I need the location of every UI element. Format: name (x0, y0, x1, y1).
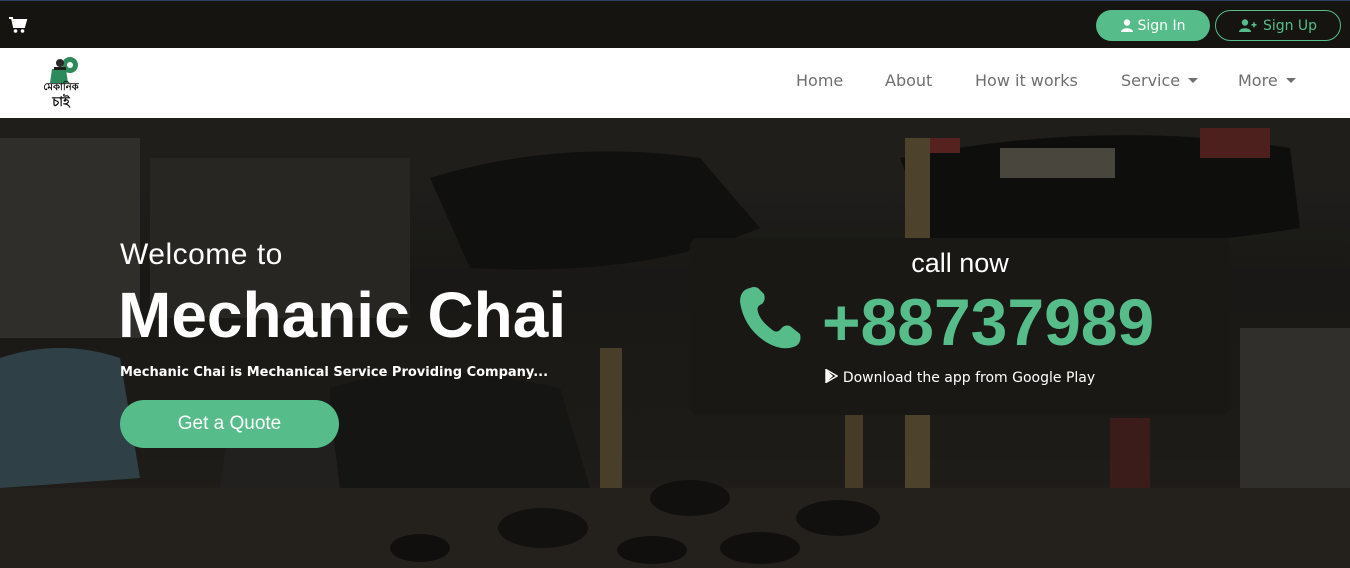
nav-service-label: Service (1121, 71, 1181, 90)
call-now-label: call now (911, 248, 1009, 278)
user-plus-icon (1238, 19, 1257, 32)
nav-home-label: Home (796, 71, 844, 90)
get-a-quote-button[interactable]: Get a Quote (120, 400, 339, 448)
sign-up-label: Sign Up (1262, 17, 1318, 34)
svg-text:চাই: চাই (51, 93, 71, 110)
caret-down-icon (1188, 78, 1199, 83)
phone-icon[interactable] (736, 284, 806, 354)
hero-section: Welcome to Mechanic Chai Mechanic Chai i… (0, 118, 1350, 568)
nav-more-dropdown[interactable]: More (1238, 71, 1296, 90)
sign-in-label: Sign In (1137, 17, 1186, 34)
hero-title: Mechanic Chai (118, 279, 567, 351)
svg-text:মেকানিক: মেকানিক (43, 80, 79, 93)
caret-down-icon (1285, 78, 1296, 83)
shopping-cart-icon[interactable] (8, 16, 28, 34)
main-navbar: মেকানিক চাই Home About How it works Serv… (0, 48, 1350, 118)
call-now-card: call now +88737989 Download the app from… (690, 238, 1230, 415)
nav-how-it-works[interactable]: How it works (975, 71, 1078, 90)
google-play-download-link[interactable]: Download the app from Google Play (690, 368, 1230, 387)
nav-home[interactable]: Home (796, 71, 843, 90)
nav-how-it-works-label: How it works (975, 71, 1078, 90)
welcome-heading: Welcome to (120, 238, 283, 271)
nav-service-dropdown[interactable]: Service (1121, 71, 1199, 90)
top-bar: Sign In Sign Up (0, 0, 1350, 48)
sign-in-button[interactable]: Sign In (1096, 10, 1210, 41)
brand-logo[interactable]: মেকানিক চাই (30, 53, 92, 113)
google-play-icon (825, 368, 839, 387)
user-icon (1120, 19, 1133, 32)
download-text: Download the app from Google Play (842, 370, 1096, 386)
nav-about[interactable]: About (885, 71, 932, 90)
hero-tagline: Mechanic Chai is Mechanical Service Prov… (120, 365, 549, 380)
phone-number-link[interactable]: +88737989 (822, 284, 1154, 360)
nav-about-label: About (885, 71, 933, 90)
nav-more-label: More (1238, 71, 1278, 90)
sign-up-button[interactable]: Sign Up (1215, 10, 1341, 41)
